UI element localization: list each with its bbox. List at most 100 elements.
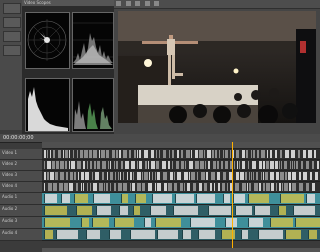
video-clip[interactable] [163, 172, 167, 180]
video-clip[interactable] [275, 150, 277, 158]
video-clip[interactable] [191, 172, 195, 180]
video-clip[interactable] [47, 172, 49, 180]
video-clip[interactable] [185, 161, 186, 169]
video-clip[interactable] [149, 172, 150, 180]
audio-clip[interactable] [285, 230, 301, 239]
audio-clip[interactable] [135, 194, 146, 203]
video-clip[interactable] [108, 161, 109, 169]
audio-clip[interactable] [119, 206, 128, 215]
video-clip[interactable] [314, 150, 316, 158]
video-clip[interactable] [99, 183, 103, 191]
audio-clip[interactable] [144, 218, 151, 227]
video-clip[interactable] [102, 161, 106, 169]
audio-clip[interactable] [86, 230, 100, 239]
video-clip[interactable] [225, 161, 228, 169]
video-clip[interactable] [265, 172, 268, 180]
video-clip[interactable] [281, 161, 282, 169]
video-clip[interactable] [189, 172, 190, 180]
video-clip[interactable] [56, 161, 59, 169]
video-clip[interactable] [130, 172, 132, 180]
video-clip[interactable] [95, 172, 99, 180]
video-clip[interactable] [101, 150, 105, 158]
track-header[interactable]: Audio 3 [0, 217, 42, 229]
video-clip[interactable] [276, 172, 279, 180]
video-clip[interactable] [48, 183, 52, 191]
track-header[interactable]: Video 4 [0, 182, 42, 193]
video-clip[interactable] [254, 183, 258, 191]
audio-clip[interactable] [182, 230, 191, 239]
video-clip[interactable] [303, 150, 306, 158]
tool-button[interactable] [3, 3, 21, 14]
video-clip[interactable] [306, 183, 309, 191]
audio-clip[interactable] [196, 194, 215, 203]
video-clip[interactable] [279, 161, 280, 169]
video-clip[interactable] [110, 183, 111, 191]
track-header[interactable]: Audio 4 [0, 229, 42, 241]
audio-clip[interactable] [293, 206, 315, 215]
video-clip[interactable] [83, 183, 84, 191]
timeline-track[interactable] [42, 217, 320, 229]
audio-clip[interactable] [208, 206, 231, 215]
video-clip[interactable] [174, 172, 175, 180]
video-clip[interactable] [93, 150, 97, 158]
video-clip[interactable] [53, 150, 55, 158]
timeline-scrollbar[interactable] [42, 248, 320, 252]
video-clip[interactable] [180, 183, 183, 191]
video-clip[interactable] [58, 150, 61, 158]
video-clip[interactable] [317, 161, 319, 169]
video-clip[interactable] [74, 172, 76, 180]
video-clip[interactable] [114, 183, 116, 191]
timeline-track[interactable] [42, 171, 320, 182]
video-clip[interactable] [195, 161, 199, 169]
audio-clip[interactable] [173, 206, 198, 215]
video-clip[interactable] [199, 183, 202, 191]
video-clip[interactable] [119, 150, 121, 158]
preview-settings-icon[interactable] [116, 1, 121, 6]
video-clip[interactable] [310, 172, 312, 180]
audio-clip[interactable] [121, 194, 128, 203]
video-clip[interactable] [76, 183, 78, 191]
video-clip[interactable] [60, 161, 64, 169]
video-clip[interactable] [174, 183, 177, 191]
video-clip[interactable] [214, 183, 215, 191]
video-clip[interactable] [127, 172, 128, 180]
video-clip[interactable] [99, 150, 100, 158]
video-clip[interactable] [181, 150, 183, 158]
video-clip[interactable] [47, 161, 51, 169]
video-clip[interactable] [259, 161, 262, 169]
video-clip[interactable] [301, 161, 303, 169]
video-clip[interactable] [148, 183, 152, 191]
video-clip[interactable] [242, 150, 245, 158]
video-clip[interactable] [239, 161, 240, 169]
video-clip[interactable] [276, 183, 277, 191]
video-clip[interactable] [184, 172, 188, 180]
video-clip[interactable] [261, 150, 265, 158]
video-clip[interactable] [215, 150, 217, 158]
video-clip[interactable] [134, 150, 136, 158]
video-clip[interactable] [256, 172, 258, 180]
video-clip[interactable] [92, 172, 93, 180]
video-clip[interactable] [251, 172, 252, 180]
video-clip[interactable] [205, 161, 206, 169]
audio-clip[interactable] [157, 230, 178, 239]
video-clip[interactable] [257, 150, 259, 158]
audio-clip[interactable] [280, 194, 304, 203]
audio-clip[interactable] [56, 230, 78, 239]
track-header[interactable]: Video 2 [0, 160, 42, 171]
preview-quality-icon[interactable] [125, 1, 131, 6]
video-clip[interactable] [66, 172, 68, 180]
video-clip[interactable] [104, 183, 105, 191]
video-clip[interactable] [247, 183, 248, 191]
audio-clip[interactable] [233, 194, 245, 203]
audio-clip[interactable] [130, 230, 155, 239]
video-clip[interactable] [130, 183, 131, 191]
video-clip[interactable] [63, 150, 64, 158]
audio-clip[interactable] [306, 194, 315, 203]
video-clip[interactable] [221, 161, 223, 169]
video-clip[interactable] [93, 183, 97, 191]
video-clip[interactable] [47, 150, 48, 158]
video-clip[interactable] [90, 161, 92, 169]
video-clip[interactable] [195, 150, 198, 158]
video-clip[interactable] [296, 161, 298, 169]
video-clip[interactable] [116, 161, 118, 169]
